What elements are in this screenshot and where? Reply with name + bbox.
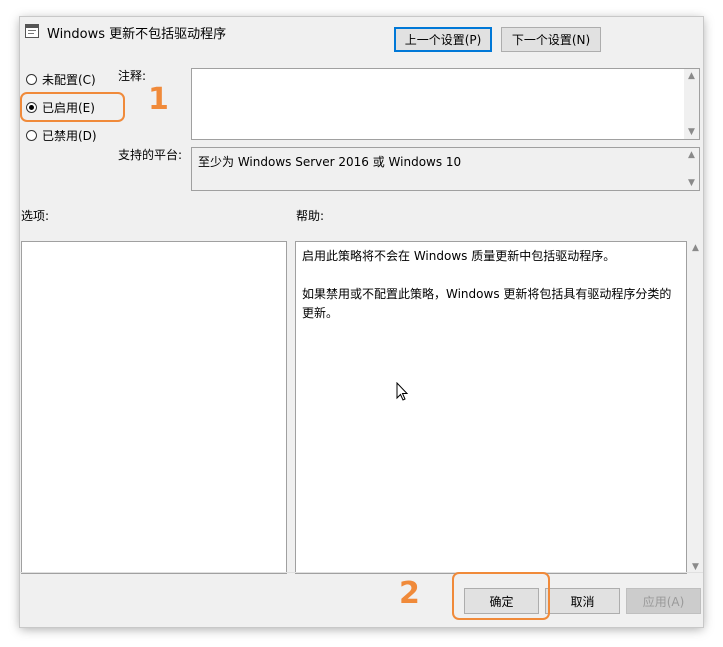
options-section-label: 选项: [21, 209, 50, 223]
radio-not-configured-circle[interactable] [26, 73, 37, 85]
scroll-up-icon[interactable]: ▲ [690, 243, 701, 253]
next-setting-button[interactable]: 下一个设置(N) [501, 27, 601, 52]
help-paragraph-1: 启用此策略将不会在 Windows 质量更新中包括驱动程序。 [302, 249, 616, 263]
scroll-down-icon[interactable]: ▼ [686, 178, 697, 188]
platform-field: 至少为 Windows Server 2016 或 Windows 10 ▲ ▼ [191, 147, 700, 191]
scroll-down-icon[interactable]: ▼ [686, 127, 697, 137]
scroll-down-icon[interactable]: ▼ [690, 562, 701, 572]
policy-app-icon [25, 24, 39, 38]
radio-disabled-label: 已禁用(D) [42, 128, 97, 143]
cancel-button[interactable]: 取消 [545, 588, 620, 614]
footer-divider [20, 572, 703, 573]
help-scrollbar[interactable]: ▲ ▼ [688, 241, 703, 574]
comment-label: 注释: [118, 69, 147, 83]
scroll-up-icon[interactable]: ▲ [686, 71, 697, 81]
highlight-ok-button [452, 572, 550, 620]
platform-scrollbar[interactable]: ▲ ▼ [684, 148, 699, 190]
step-1-marker: 1 [148, 82, 169, 117]
options-pane [21, 241, 287, 574]
help-text: 启用此策略将不会在 Windows 质量更新中包括驱动程序。 如果禁用或不配置此… [296, 242, 686, 328]
scroll-up-icon[interactable]: ▲ [686, 150, 697, 160]
step-2-marker: 2 [399, 576, 420, 611]
comment-scrollbar[interactable]: ▲ ▼ [684, 69, 699, 139]
highlight-enabled-option [20, 92, 125, 122]
help-pane: 启用此策略将不会在 Windows 质量更新中包括驱动程序。 如果禁用或不配置此… [295, 241, 687, 574]
radio-disabled-circle[interactable] [26, 129, 37, 141]
radio-not-configured-label: 未配置(C) [42, 72, 96, 87]
comment-textarea[interactable]: ▲ ▼ [191, 68, 700, 140]
radio-not-configured[interactable]: 未配置(C) [26, 70, 96, 88]
help-section-label: 帮助: [296, 209, 325, 223]
platform-value: 至少为 Windows Server 2016 或 Windows 10 [198, 155, 462, 169]
platform-label: 支持的平台: [118, 148, 183, 162]
apply-button[interactable]: 应用(A) [626, 588, 701, 614]
window-title: Windows 更新不包括驱动程序 [47, 27, 227, 42]
radio-disabled[interactable]: 已禁用(D) [26, 126, 97, 144]
comment-value [192, 69, 699, 79]
previous-setting-button[interactable]: 上一个设置(P) [394, 27, 492, 52]
help-paragraph-2: 如果禁用或不配置此策略，Windows 更新将包括具有驱动程序分类的更新。 [302, 287, 672, 320]
mouse-cursor-icon [396, 382, 409, 401]
